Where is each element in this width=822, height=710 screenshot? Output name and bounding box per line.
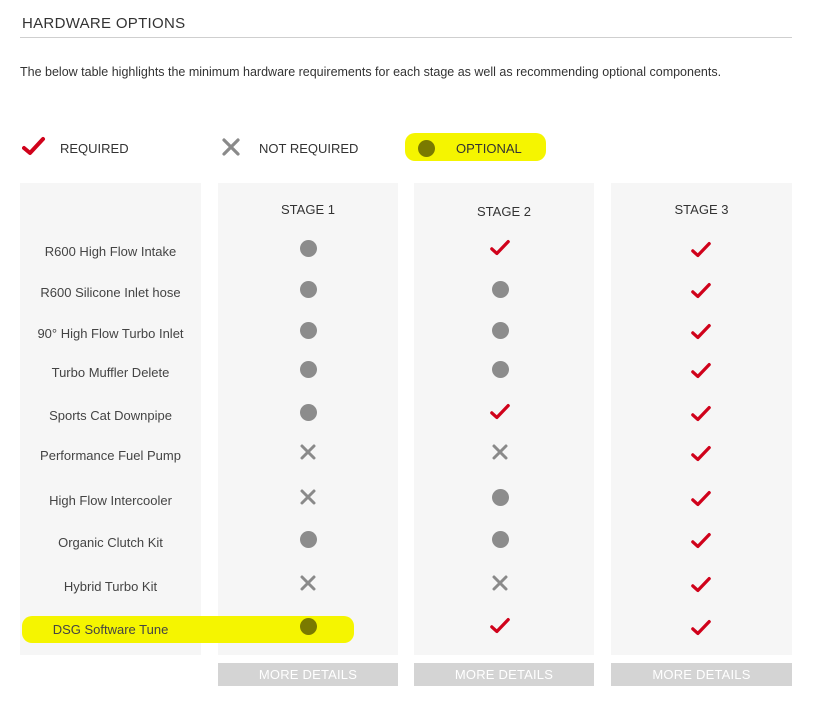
check-icon xyxy=(22,136,46,161)
dot-icon xyxy=(490,320,510,340)
check-icon xyxy=(691,575,711,595)
legend-optional-label: OPTIONAL xyxy=(456,140,522,156)
row-label: High Flow Intercooler xyxy=(49,493,172,508)
dot-icon xyxy=(298,616,318,636)
dot-icon xyxy=(490,359,510,379)
check-icon xyxy=(691,281,711,301)
legend-optional: OPTIONAL xyxy=(418,136,522,160)
x-icon xyxy=(298,442,318,462)
dot-icon xyxy=(298,529,318,549)
row-label: R600 Silicone Inlet hose xyxy=(40,285,181,300)
row-label: R600 High Flow Intake xyxy=(44,244,177,259)
legend-not-required-label: NOT REQUIRED xyxy=(259,140,359,156)
dot-icon xyxy=(298,402,318,422)
row-label: Sports Cat Downpipe xyxy=(49,408,172,423)
row-label: Hybrid Turbo Kit xyxy=(63,579,158,594)
intro-text: The below table highlights the minimum h… xyxy=(20,65,722,79)
stage-1-header: STAGE 1 xyxy=(281,202,335,217)
check-icon xyxy=(490,402,510,422)
check-icon xyxy=(691,444,711,464)
row-label: Turbo Muffler Delete xyxy=(51,365,170,380)
legend-not-required: NOT REQUIRED xyxy=(221,136,358,160)
dot-icon xyxy=(298,359,318,379)
page-title: HARDWARE OPTIONS xyxy=(22,15,186,32)
legend-required: REQUIRED xyxy=(22,136,129,160)
check-icon xyxy=(691,618,711,638)
legend-required-label: REQUIRED xyxy=(60,140,129,156)
dot-icon xyxy=(418,139,435,157)
check-icon xyxy=(691,240,711,260)
x-icon xyxy=(490,573,510,593)
x-icon xyxy=(221,137,241,160)
dot-icon xyxy=(490,487,510,507)
check-icon xyxy=(691,322,711,342)
check-icon xyxy=(691,489,711,509)
check-icon xyxy=(691,361,711,381)
check-icon xyxy=(691,404,711,424)
x-icon xyxy=(298,573,318,593)
x-icon xyxy=(490,442,510,462)
check-icon xyxy=(490,616,510,636)
more-details-button-stage-2[interactable]: MORE DETAILS xyxy=(414,663,594,686)
x-icon xyxy=(298,487,318,507)
title-divider xyxy=(20,37,792,38)
check-icon xyxy=(691,531,711,551)
dot-icon xyxy=(298,238,318,258)
row-label: Organic Clutch Kit xyxy=(58,535,163,550)
check-icon xyxy=(490,238,510,258)
dot-icon xyxy=(490,529,510,549)
dot-icon xyxy=(298,279,318,299)
stage-2-header: STAGE 2 xyxy=(477,204,531,219)
more-details-button-stage-3[interactable]: MORE DETAILS xyxy=(611,663,792,686)
dot-icon xyxy=(490,279,510,299)
row-label: 90° High Flow Turbo Inlet xyxy=(37,326,184,341)
stage-3-header: STAGE 3 xyxy=(674,202,729,217)
more-details-button-stage-1[interactable]: MORE DETAILS xyxy=(218,663,398,686)
row-label: Performance Fuel Pump xyxy=(40,448,181,463)
row-label: DSG Software Tune xyxy=(52,622,169,637)
dot-icon xyxy=(298,320,318,340)
